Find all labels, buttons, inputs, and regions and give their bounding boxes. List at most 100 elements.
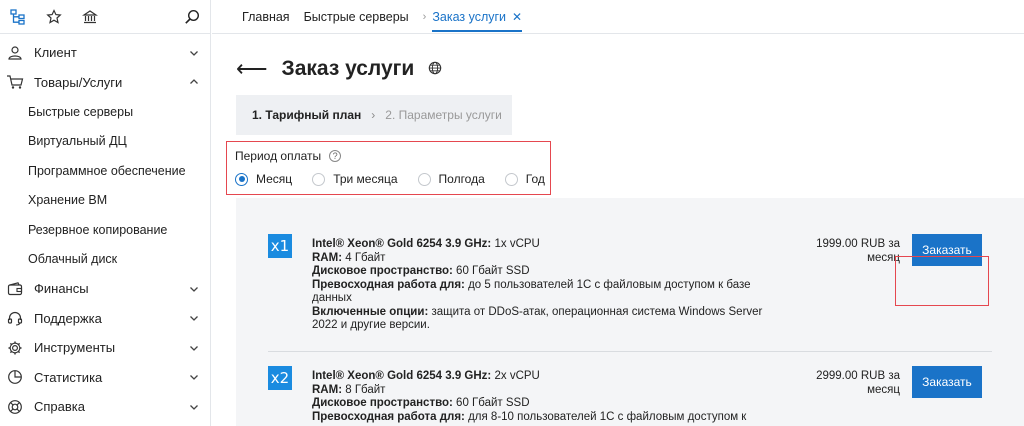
sidebar-item-help[interactable]: Справка <box>0 392 210 422</box>
price-period: месяц <box>867 251 900 264</box>
tab-label: Заказ услуги <box>432 9 507 24</box>
gear-icon <box>6 339 24 357</box>
step-tariff-plan[interactable]: 1. Тарифный план <box>252 108 361 122</box>
spec-value: 1x vCPU <box>491 238 540 250</box>
plan-specs: Intel® Xeon® Gold 6254 3.9 GHz: 1x vCPU … <box>312 238 772 333</box>
sidebar-item-label: Инструменты <box>34 340 116 356</box>
radio-year[interactable]: Год <box>504 172 545 186</box>
radio-label: Год <box>525 172 545 186</box>
sidebar-item-label: Финансы <box>34 281 89 297</box>
wallet-icon <box>6 280 24 298</box>
chevron-down-icon <box>188 312 200 324</box>
chevron-down-icon <box>188 283 200 295</box>
price-amount: 2999.00 RUB за <box>816 370 900 382</box>
chevron-down-icon <box>188 342 200 354</box>
spec-label: Превосходная работа для: <box>312 410 465 423</box>
step-service-params: 2. Параметры услуги <box>385 108 502 122</box>
spec-label: Превосходная работа для: <box>312 278 465 291</box>
main-content: ⟵ Заказ услуги 1. Тарифный план › 2. Пар… <box>212 35 1024 426</box>
spec-value: 8 Гбайт <box>342 383 386 396</box>
sidebar-item-goods[interactable]: Товары/Услуги <box>0 68 210 98</box>
pie-chart-icon <box>6 368 24 386</box>
billing-period-title: Период оплаты <box>235 149 322 163</box>
price-amount: 1999.00 RUB за <box>816 238 900 250</box>
sidebar-menu: Клиент Товары/Услуги Быстрые серверы Вир… <box>0 34 210 422</box>
sidebar-item-tools[interactable]: Инструменты <box>0 333 210 363</box>
chevron-down-icon <box>188 371 200 383</box>
chevron-up-icon <box>188 76 200 88</box>
plan-badge: x2 <box>268 366 292 390</box>
radio-button[interactable] <box>504 172 518 186</box>
search-icon[interactable] <box>184 9 200 25</box>
sidebar-item-statistics[interactable]: Статистика <box>0 363 210 393</box>
sidebar-item-label: Справка <box>34 399 85 415</box>
close-icon[interactable]: ✕ <box>512 10 522 24</box>
sitemap-icon[interactable] <box>10 8 26 25</box>
sidebar-subitem-vm-storage[interactable]: Хранение ВМ <box>0 186 210 216</box>
radio-half-year[interactable]: Полгода <box>417 172 485 186</box>
spec-value: 2x vCPU <box>491 370 540 382</box>
sidebar-item-label: Поддержка <box>34 310 102 326</box>
breadcrumb-home[interactable]: Главная <box>242 10 290 24</box>
radio-month[interactable]: Месяц <box>235 172 292 186</box>
spec-label: Включенные опции: <box>312 305 429 318</box>
plan-specs: Intel® Xeon® Gold 6254 3.9 GHz: 2x vCPU … <box>312 370 772 424</box>
headset-icon <box>6 309 24 327</box>
page-title: Заказ услуги <box>281 57 415 80</box>
lifebuoy-icon <box>6 398 24 416</box>
help-icon[interactable]: ? <box>329 150 342 162</box>
star-icon[interactable] <box>46 8 62 25</box>
breadcrumb-fast-servers[interactable]: Быстрые серверы <box>304 10 409 24</box>
spec-label: RAM: <box>312 383 343 396</box>
spec-value: 60 Гбайт SSD <box>452 397 530 409</box>
chevron-down-icon <box>188 401 200 413</box>
plan-card: x2 Intel® Xeon® Gold 6254 3.9 GHz: 2x vC… <box>268 366 992 426</box>
page-header: ⟵ Заказ услуги <box>236 57 442 81</box>
sidebar-item-label: Статистика <box>34 369 103 385</box>
tab-order-service[interactable]: Заказ услуги ✕ <box>432 9 523 32</box>
spec-label: Дисковое пространство: <box>312 265 453 277</box>
breadcrumb: Главная Быстрые серверы › Заказ услуги ✕ <box>212 0 1024 34</box>
highlight-frame <box>895 256 989 306</box>
sidebar-item-client[interactable]: Клиент <box>0 38 210 68</box>
back-arrow-icon[interactable]: ⟵ <box>236 58 268 80</box>
chevron-down-icon <box>188 47 200 59</box>
sidebar-item-finance[interactable]: Финансы <box>0 274 210 304</box>
price-period: месяц <box>867 383 900 396</box>
sidebar-subitem-virtual-dc[interactable]: Виртуальный ДЦ <box>0 127 210 157</box>
radio-label: Полгода <box>438 172 485 186</box>
radio-button[interactable] <box>312 172 326 186</box>
sidebar-item-label: Товары/Услуги <box>34 74 123 90</box>
plan-price: 2999.00 RUB за месяц <box>788 370 900 397</box>
chevron-right-icon: › <box>422 10 427 23</box>
spec-label: Дисковое пространство: <box>312 397 453 409</box>
radio-label: Три месяца <box>333 172 398 186</box>
spec-value: 4 Гбайт <box>342 251 386 264</box>
radio-button[interactable] <box>235 172 248 186</box>
sidebar-item-support[interactable]: Поддержка <box>0 304 210 334</box>
spec-value: 60 Гбайт SSD <box>452 265 530 277</box>
sidebar-subitem-fast-servers[interactable]: Быстрые серверы <box>0 97 210 127</box>
radio-button[interactable] <box>417 172 431 186</box>
plan-price: 1999.00 RUB за месяц <box>788 238 900 265</box>
radio-label: Месяц <box>256 172 293 186</box>
sidebar-item-label: Клиент <box>34 45 77 61</box>
billing-period-label: Период оплаты ? <box>235 149 342 163</box>
chevron-right-icon: › <box>371 108 376 122</box>
billing-period-group: Период оплаты ? Месяц Три месяца Полгода… <box>226 141 551 195</box>
wizard-steps: 1. Тарифный план › 2. Параметры услуги <box>236 95 512 135</box>
plan-badge: x1 <box>268 234 292 258</box>
radio-three-months[interactable]: Три месяца <box>312 172 398 186</box>
plan-card: x1 Intel® Xeon® Gold 6254 3.9 GHz: 1x vC… <box>268 234 992 352</box>
sidebar-subitem-backup[interactable]: Резервное копирование <box>0 215 210 245</box>
spec-value: для 8-10 пользователей 1С с файловым дос… <box>464 410 747 423</box>
bank-icon[interactable] <box>82 9 98 25</box>
sidebar: Клиент Товары/Услуги Быстрые серверы Вир… <box>0 0 211 426</box>
spec-label: Intel® Xeon® Gold 6254 3.9 GHz: <box>312 370 492 382</box>
sidebar-subitem-cloud-disk[interactable]: Облачный диск <box>0 245 210 275</box>
order-button[interactable]: Заказать <box>912 366 982 398</box>
spec-label: RAM: <box>312 251 343 264</box>
cart-icon <box>6 73 24 91</box>
globe-icon[interactable] <box>428 61 442 78</box>
sidebar-subitem-software[interactable]: Программное обеспечение <box>0 156 210 186</box>
